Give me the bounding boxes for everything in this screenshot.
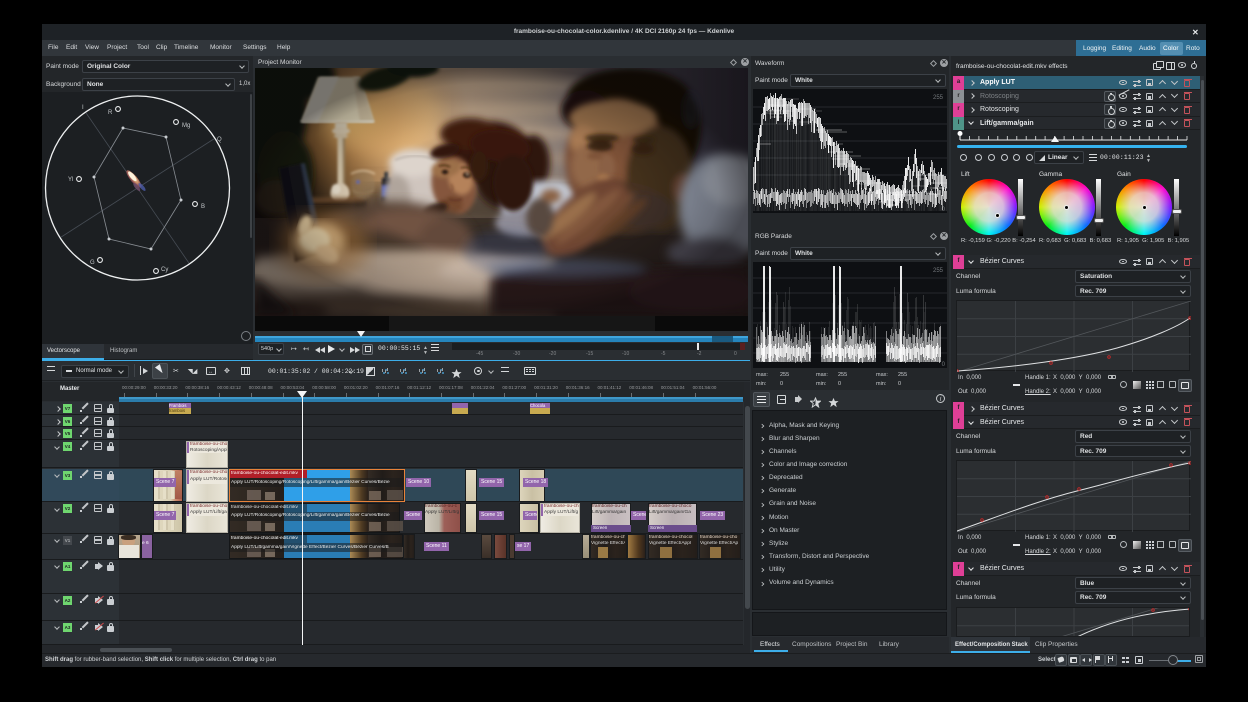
svg-text:Mg: Mg	[182, 123, 190, 129]
svg-text:Yl: Yl	[68, 177, 73, 183]
svg-text:Q: Q	[217, 137, 222, 143]
svg-text:255: 255	[933, 268, 944, 274]
svg-text:I: I	[82, 105, 84, 111]
svg-text:255: 255	[933, 95, 944, 101]
svg-text:B: B	[201, 204, 205, 210]
svg-text:Cy: Cy	[161, 267, 168, 273]
svg-text:R: R	[108, 110, 113, 116]
svg-text:0: 0	[942, 362, 946, 368]
svg-text:G: G	[90, 260, 95, 266]
